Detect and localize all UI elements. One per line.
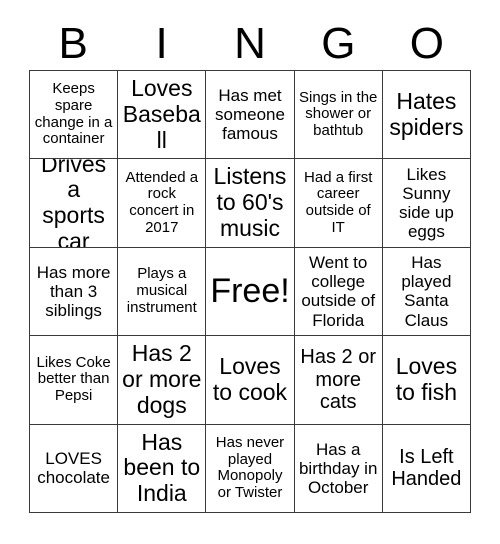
bingo-cell[interactable]: Hates spiders — [382, 71, 471, 160]
bingo-header-letter-g: G — [321, 19, 356, 68]
bingo-cell-label: Has a birthday in October — [298, 439, 378, 497]
bingo-header-letter-i: I — [155, 19, 168, 68]
bingo-cell-label: Is Left Handed — [391, 445, 462, 491]
bingo-cell[interactable]: Likes Sunny side up eggs — [382, 159, 471, 248]
bingo-cell-label: Has 2 or more dogs — [122, 340, 202, 418]
bingo-cell[interactable]: Has a birthday in October — [294, 424, 383, 513]
bingo-cell-label: LOVES chocolate — [37, 449, 110, 488]
bingo-cell[interactable]: Has met someone famous — [206, 71, 295, 160]
bingo-cell-label: Free! — [210, 272, 290, 311]
bingo-header-letter-b: B — [58, 19, 88, 68]
bingo-cell-label: Sings in the shower or bathtub — [299, 88, 378, 140]
bingo-cell-label: Drives a sports car — [41, 159, 107, 248]
bingo-cell-label: Has met someone famous — [215, 86, 285, 144]
bingo-cell[interactable]: Plays a musical instrument — [118, 247, 207, 337]
bingo-cell[interactable]: Loves Baseball — [118, 71, 207, 160]
bingo-cell-free[interactable]: Free! — [206, 247, 295, 337]
bingo-cell-label: Likes Coke better than Pepsi — [36, 353, 111, 405]
bingo-cell[interactable]: Has never played Monopoly or Twister — [206, 424, 295, 513]
bingo-cell-label: Has 2 or more cats — [300, 346, 376, 414]
bingo-cell-label: Plays a musical instrument — [126, 265, 197, 316]
bingo-cell[interactable]: Went to college outside of Florida — [294, 247, 383, 337]
bingo-cell[interactable]: Has more than 3 siblings — [30, 247, 119, 337]
bingo-header-letter-n: N — [234, 19, 266, 68]
bingo-cell[interactable]: Had a first career outside of IT — [294, 159, 383, 248]
bingo-cell[interactable]: Loves to fish — [382, 336, 471, 425]
bingo-cell[interactable]: Is Left Handed — [382, 424, 471, 513]
bingo-header-letter-o: O — [409, 19, 444, 68]
bingo-cell[interactable]: Likes Coke better than Pepsi — [30, 336, 119, 425]
bingo-cell[interactable]: Listens to 60's music — [206, 159, 295, 248]
bingo-card: BINGO Keeps spare change in a container L… — [0, 0, 500, 544]
bingo-cell-label: Hates spiders — [389, 87, 464, 140]
bingo-cell[interactable]: Loves to cook — [206, 336, 295, 425]
bingo-cell[interactable]: LOVES chocolate — [30, 424, 119, 513]
bingo-cell[interactable]: Drives a sports car — [30, 159, 119, 248]
bingo-cell[interactable]: Attended a rock concert in 2017 — [118, 159, 207, 248]
bingo-cell[interactable]: Sings in the shower or bathtub — [294, 71, 383, 160]
bingo-cell[interactable]: Has played Santa Claus — [382, 247, 471, 337]
bingo-cell-label: Has never played Monopoly or Twister — [215, 433, 285, 502]
bingo-header: BINGO — [29, 18, 471, 70]
bingo-cell-label: Loves to fish — [395, 353, 458, 405]
bingo-cell-label: Has been to India — [123, 428, 201, 507]
bingo-cell[interactable]: Keeps spare change in a container — [30, 71, 119, 160]
bingo-cell-label: Had a first career outside of IT — [304, 168, 373, 236]
bingo-cell-label: Loves Baseball — [122, 75, 201, 153]
bingo-cell-label: Loves to cook — [212, 353, 288, 405]
bingo-cell[interactable]: Has 2 or more dogs — [118, 336, 207, 425]
bingo-cell[interactable]: Has been to India — [118, 424, 207, 513]
bingo-cell-label: Attended a rock concert in 2017 — [125, 168, 199, 236]
bingo-grid: Keeps spare change in a container Loves B… — [29, 70, 471, 513]
bingo-cell[interactable]: Has 2 or more cats — [294, 336, 383, 425]
bingo-cell-label: Keeps spare change in a container — [34, 80, 113, 148]
bingo-cell-label: Went to college outside of Florida — [301, 253, 376, 330]
bingo-cell-label: Listens to 60's music — [213, 163, 287, 241]
bingo-cell-label: Likes Sunny side up eggs — [398, 165, 454, 242]
bingo-cell-label: Has played Santa Claus — [401, 253, 452, 330]
bingo-cell-label: Has more than 3 siblings — [36, 262, 111, 320]
